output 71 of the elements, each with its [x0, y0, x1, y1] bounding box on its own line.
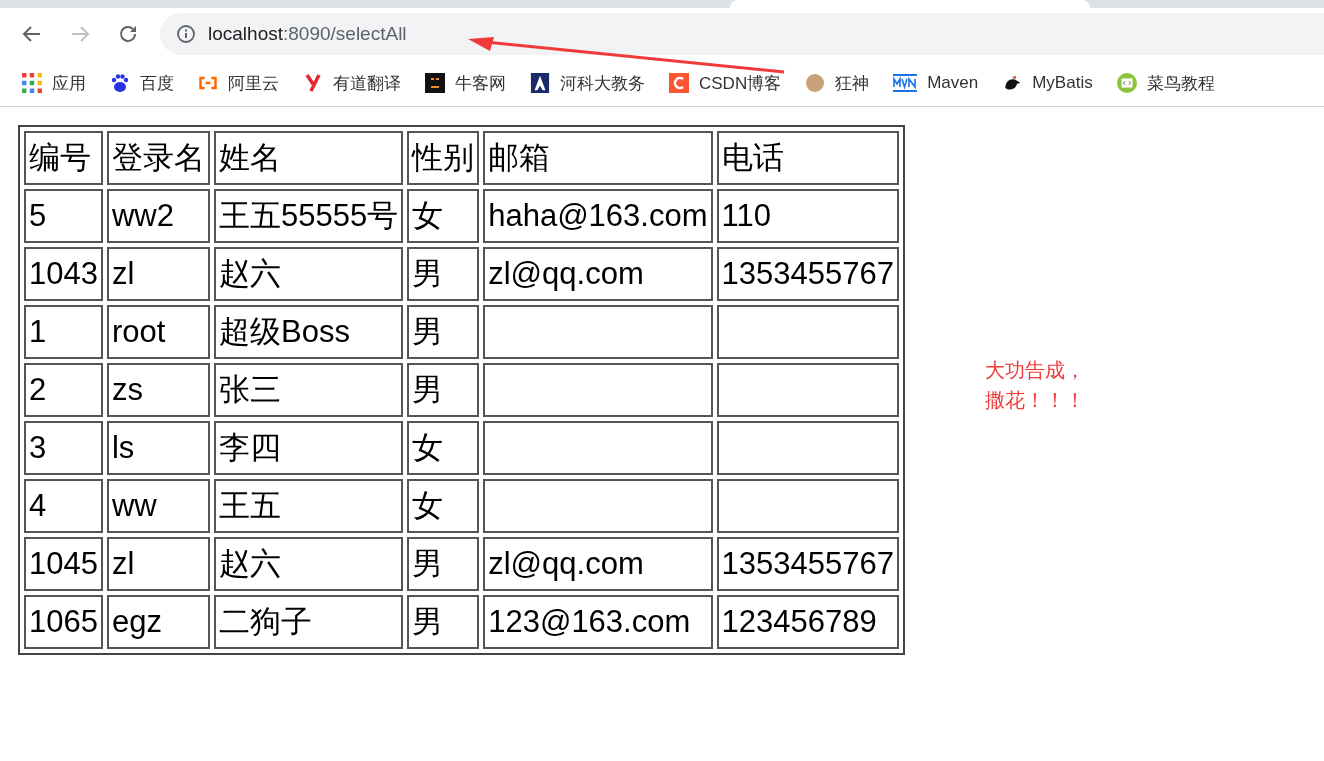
table-cell: 男	[407, 363, 480, 417]
table-cell: 123@163.com	[483, 595, 713, 649]
table-cell: egz	[106, 595, 210, 649]
table-cell: zs	[106, 363, 210, 417]
letter-c-icon	[669, 73, 689, 93]
table-cell: 3	[24, 421, 103, 475]
bookmark-link[interactable]: 狂神	[805, 71, 870, 95]
table-cell: 男	[407, 305, 480, 359]
bookmark-link[interactable]: 阿里云	[198, 71, 279, 95]
avatar-icon	[805, 73, 826, 93]
column-header: 电话	[716, 131, 899, 185]
column-header: 姓名	[213, 131, 404, 185]
shield-icon	[530, 73, 550, 93]
table-cell: 女	[407, 479, 480, 533]
table-cell: 张三	[213, 363, 404, 417]
table-cell: zl	[106, 247, 210, 301]
paw-icon	[110, 73, 130, 93]
table-cell: ls	[106, 421, 210, 475]
table-cell: 4	[24, 479, 103, 533]
bookmark-link[interactable]: 百度	[110, 71, 174, 95]
bookmark-link[interactable]: 应用	[22, 71, 86, 95]
column-header: 邮箱	[483, 131, 713, 185]
table-cell: 赵六	[213, 247, 404, 301]
table-cell: 1	[24, 305, 103, 359]
table-cell: 5	[24, 189, 103, 243]
url-text: localhost:8090/selectAll	[208, 23, 407, 45]
table-cell: ww	[106, 479, 210, 533]
mvn-logo-icon	[893, 73, 918, 93]
table-cell: 男	[407, 247, 480, 301]
table-cell: zl@qq.com	[483, 247, 713, 301]
table-cell: root	[106, 305, 210, 359]
table-cell: 男	[407, 537, 480, 591]
table-cell: 李四	[213, 421, 404, 475]
table-cell: 王五	[213, 479, 404, 533]
bookmark-link[interactable]: 菜鸟教程	[1116, 71, 1215, 95]
table-cell: zl	[106, 537, 210, 591]
table-cell: 110	[716, 189, 899, 243]
table-cell: 王五55555号	[213, 189, 404, 243]
table-cell: 1043	[24, 247, 103, 301]
table-cell: 超级Boss	[213, 305, 404, 359]
table-cell: 2	[24, 363, 103, 417]
code-icon	[1116, 73, 1137, 93]
bookmark-link[interactable]: MyBatis	[1002, 73, 1093, 93]
table-cell: 男	[407, 595, 480, 649]
info-icon[interactable]	[176, 24, 196, 44]
table-cell: 女	[407, 421, 480, 475]
bookmark-link[interactable]: 河科大教务	[530, 71, 645, 95]
apps-grid-icon	[22, 73, 42, 93]
table-cell: 二狗子	[213, 595, 404, 649]
table-cell: zl@qq.com	[483, 537, 713, 591]
table-cell: 1065	[24, 595, 103, 649]
table-cell: 123456789	[716, 595, 899, 649]
note-text: 撒花！！！	[984, 387, 1085, 414]
square-logo-icon	[425, 73, 445, 93]
bookmark-link[interactable]: 有道翻译	[303, 71, 401, 95]
table-cell: 女	[407, 189, 480, 243]
table-cell: ww2	[106, 189, 210, 243]
column-header: 性别	[407, 131, 480, 185]
address-bar[interactable]: localhost:8090/selectAll	[160, 13, 1324, 55]
table-cell: 赵六	[213, 537, 404, 591]
letter-y-icon	[303, 73, 323, 93]
bookmark-link[interactable]: 牛客网	[425, 71, 506, 95]
table-cell: haha@163.com	[483, 189, 713, 243]
column-header: 登录名	[106, 131, 210, 185]
table-cell: 1353455767	[716, 247, 899, 301]
table-cell: 1045	[24, 537, 103, 591]
bookmark-link[interactable]: CSDN博客	[669, 71, 782, 95]
bookmark-link[interactable]: Maven	[893, 73, 979, 93]
note-text: 大功告成，	[984, 357, 1085, 384]
table-cell: 1353455767	[716, 537, 899, 591]
column-header: 编号	[24, 131, 103, 185]
